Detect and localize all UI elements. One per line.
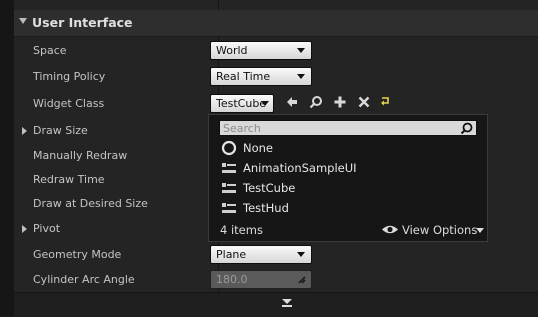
chevron-down-icon <box>297 74 305 79</box>
option-label: AnimationSampleUI <box>243 161 357 175</box>
property-row-timing-policy: Timing Policy Real Time <box>14 65 538 89</box>
category-header-user-interface[interactable]: User Interface <box>14 10 538 37</box>
property-label: Space <box>33 44 67 57</box>
property-label: Geometry Mode <box>33 248 122 261</box>
option-test-cube[interactable]: TestCube <box>219 178 479 198</box>
property-row-widget-class: Widget Class TestCube <box>14 92 538 116</box>
arrow-left-icon[interactable] <box>284 95 300 111</box>
widget-class-icon <box>222 183 236 193</box>
collapse-arrow-icon[interactable] <box>19 18 27 24</box>
option-animation-sample-ui[interactable]: AnimationSampleUI <box>219 158 479 178</box>
cylinder-arc-angle-field[interactable]: 180.0 <box>210 270 312 289</box>
category-title: User Interface <box>32 15 133 30</box>
property-label: Timing Policy <box>33 70 106 83</box>
outer-frame <box>0 0 14 316</box>
chevron-down-icon <box>476 228 484 233</box>
timing-policy-dropdown[interactable]: Real Time <box>210 67 312 86</box>
expand-arrow-icon[interactable] <box>22 127 27 135</box>
property-label: Widget Class <box>33 97 105 110</box>
option-none[interactable]: None <box>219 138 479 158</box>
field-value: 180.0 <box>216 273 248 286</box>
property-label: Pivot <box>33 222 61 235</box>
search-placeholder: Search <box>223 122 261 135</box>
plus-icon[interactable] <box>332 95 348 111</box>
property-label: Draw Size <box>33 124 88 137</box>
search-input[interactable]: Search <box>219 120 477 136</box>
chevron-down-icon <box>261 101 269 106</box>
widget-class-picker-popup: Search None AnimationSampleUI TestCube T… <box>208 114 488 242</box>
dropdown-value: Plane <box>216 248 247 261</box>
double-chevron-down-icon <box>282 299 292 307</box>
space-dropdown[interactable]: World <box>210 41 312 60</box>
clear-x-icon[interactable] <box>356 95 372 111</box>
property-label: Draw at Desired Size <box>33 197 148 210</box>
search-icon <box>460 122 473 135</box>
dropdown-value: TestCube <box>216 97 267 110</box>
chevron-down-icon <box>297 48 305 53</box>
resize-grip-icon <box>298 276 306 284</box>
option-label: TestCube <box>243 181 296 195</box>
dropdown-value: World <box>216 44 248 57</box>
geometry-mode-dropdown[interactable]: Plane <box>210 245 312 264</box>
dropdown-value: Real Time <box>216 70 271 83</box>
property-label: Redraw Time <box>33 173 105 186</box>
chevron-down-icon <box>297 252 305 257</box>
option-label: TestHud <box>243 201 289 215</box>
magnifier-icon[interactable] <box>308 95 324 111</box>
circle-icon <box>221 140 237 156</box>
option-label: None <box>243 141 274 155</box>
view-options-button[interactable]: View Options <box>381 222 485 238</box>
picker-footer: 4 items View Options <box>209 219 487 241</box>
property-row-geometry-mode: Geometry Mode Plane <box>14 243 538 267</box>
option-test-hud[interactable]: TestHud <box>219 198 479 218</box>
widget-class-dropdown[interactable]: TestCube <box>210 94 274 113</box>
widget-class-icon <box>222 203 236 213</box>
view-options-label: View Options <box>402 223 478 237</box>
property-label: Cylinder Arc Angle <box>33 273 135 286</box>
expand-arrow-icon[interactable] <box>22 225 27 233</box>
property-row-cylinder-arc-angle: Cylinder Arc Angle 180.0 <box>14 268 538 292</box>
widget-class-icon <box>222 163 236 173</box>
eye-icon <box>382 225 398 234</box>
advanced-expander-bar[interactable] <box>14 292 538 317</box>
item-count: 4 items <box>220 223 263 237</box>
property-row-space: Space World <box>14 39 538 63</box>
property-label: Manually Redraw <box>33 149 128 162</box>
reset-arrow-icon[interactable] <box>377 95 393 111</box>
